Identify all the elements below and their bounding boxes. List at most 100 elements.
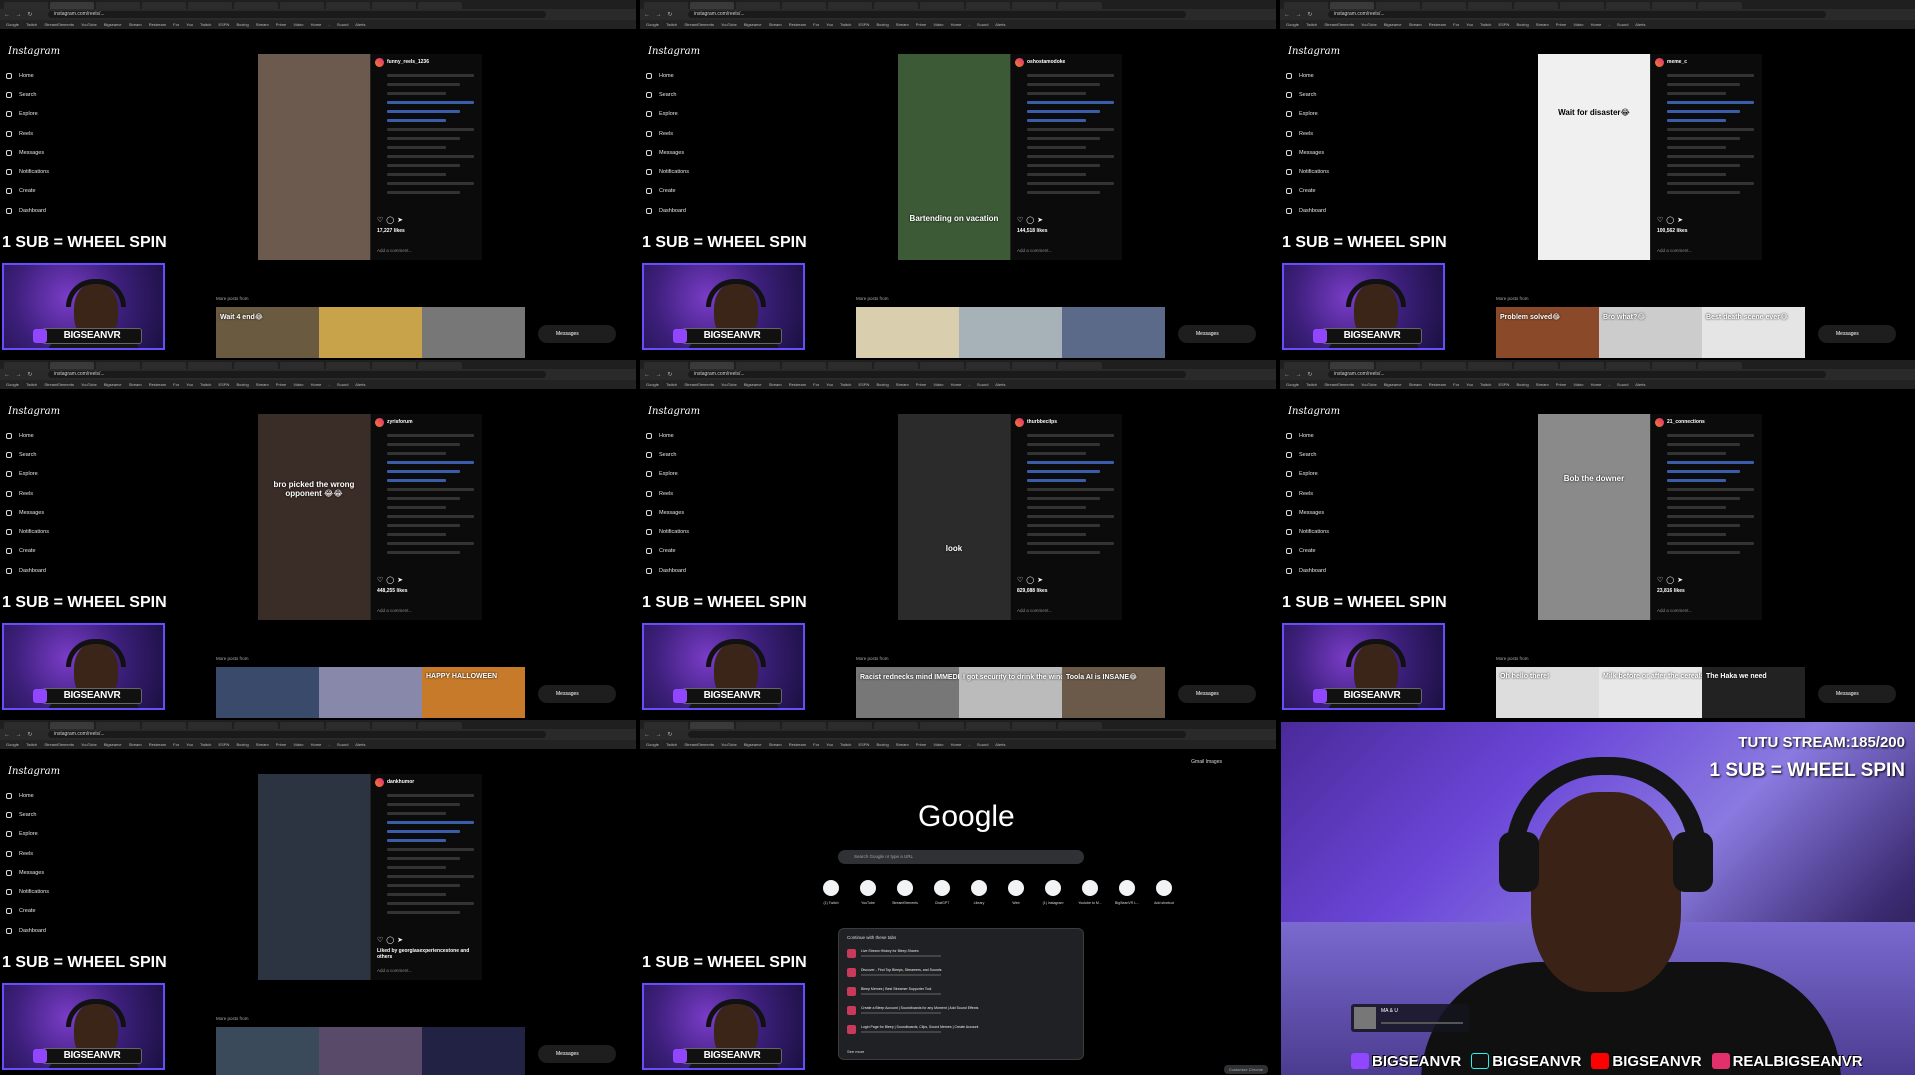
post-actions[interactable]: ♡◯➤ <box>1657 576 1686 584</box>
sidebar-item[interactable]: Home <box>1286 426 1329 445</box>
sidebar-item[interactable]: Explore <box>1286 465 1329 484</box>
sidebar-item[interactable]: Home <box>646 66 689 85</box>
browser-tab[interactable] <box>50 362 94 369</box>
post-actions[interactable]: ♡◯➤ <box>1657 216 1686 224</box>
sidebar-item[interactable]: Notifications <box>646 162 689 181</box>
browser-tab[interactable] <box>1468 362 1512 369</box>
post-username[interactable]: meme_c <box>1667 59 1687 65</box>
browser-tab[interactable] <box>920 2 964 9</box>
post-username[interactable]: zyrisforum <box>387 419 413 425</box>
more-post-thumbnail[interactable]: Wait 4 end😂 <box>216 307 319 358</box>
sidebar-item[interactable]: Notifications <box>6 162 49 181</box>
avatar[interactable] <box>375 58 384 67</box>
reel-media[interactable]: look <box>898 414 1010 620</box>
browser-tab[interactable] <box>1652 2 1696 9</box>
instagram-logo[interactable]: Instagram <box>648 406 700 417</box>
browser-tab[interactable] <box>1012 722 1056 729</box>
address-bar[interactable]: instagram.com/reels/... <box>688 371 1186 378</box>
messages-button[interactable]: Messages <box>1178 325 1256 343</box>
sidebar-item[interactable]: Search <box>646 445 689 464</box>
more-post-thumbnail[interactable] <box>319 307 422 358</box>
sidebar-item[interactable]: Explore <box>6 465 49 484</box>
more-post-thumbnail[interactable] <box>1062 307 1165 358</box>
browser-tab[interactable] <box>828 362 872 369</box>
reel-media[interactable]: Bob the downer <box>1538 414 1650 620</box>
more-post-thumbnail[interactable]: The Haka we need <box>1702 667 1805 718</box>
add-comment-input[interactable]: Add a comment... <box>1017 248 1052 253</box>
bookmarks-bar[interactable]: Google Twitch StreamElements YouTube Big… <box>1280 380 1915 389</box>
reel-media[interactable]: Wait for disaster😂 <box>1538 54 1650 260</box>
post-actions[interactable]: ♡◯➤ <box>377 216 406 224</box>
customize-chrome-button[interactable]: Customize Chrome <box>1223 1065 1268 1074</box>
browser-tab[interactable] <box>1606 2 1650 9</box>
messages-button[interactable]: Messages <box>538 325 616 343</box>
browser-tab[interactable] <box>736 722 780 729</box>
shortcut-tile[interactable]: StreamElements <box>890 880 920 905</box>
sidebar-item[interactable]: Create <box>6 542 49 561</box>
sidebar-item[interactable]: Search <box>646 85 689 104</box>
shortcut-tile[interactable]: YouTube <box>853 880 883 905</box>
address-bar[interactable]: instagram.com/reels/... <box>48 371 546 378</box>
bookmarks-bar[interactable]: Google Twitch StreamElements YouTube Big… <box>1280 20 1915 29</box>
browser-tab[interactable] <box>188 722 232 729</box>
browser-tab[interactable] <box>1058 362 1102 369</box>
sidebar-item[interactable]: Search <box>1286 85 1329 104</box>
address-bar[interactable]: instagram.com/reels/... <box>1328 371 1826 378</box>
nav-buttons[interactable]: ← → ↻ <box>1284 371 1314 378</box>
sidebar-item[interactable]: Reels <box>6 124 49 143</box>
sidebar-item[interactable]: Create <box>646 542 689 561</box>
sidebar-item[interactable]: Search <box>1286 445 1329 464</box>
browser-tab[interactable] <box>690 722 734 729</box>
bookmarks-bar[interactable]: Google Twitch StreamElements YouTube Big… <box>640 380 1276 389</box>
sidebar-item[interactable]: Reels <box>646 124 689 143</box>
sidebar-item[interactable]: Explore <box>1286 105 1329 124</box>
sidebar-item[interactable]: Create <box>646 182 689 201</box>
browser-tab[interactable] <box>142 2 186 9</box>
sidebar-item[interactable]: Dashboard <box>6 561 49 580</box>
sidebar-item[interactable]: Home <box>6 66 49 85</box>
sidebar-item[interactable]: Home <box>6 786 49 805</box>
sidebar-item[interactable]: Home <box>1286 66 1329 85</box>
nav-buttons[interactable]: ← → ↻ <box>644 731 674 738</box>
address-bar[interactable] <box>688 731 1186 738</box>
add-comment-input[interactable]: Add a comment... <box>1017 608 1052 613</box>
sidebar-item[interactable]: Messages <box>1286 143 1329 162</box>
browser-tab[interactable] <box>280 362 324 369</box>
shortcut-tile[interactable]: ChatGPT <box>927 880 957 905</box>
sidebar-item[interactable]: Dashboard <box>6 201 49 220</box>
sidebar-item[interactable]: Notifications <box>6 882 49 901</box>
browser-tab[interactable] <box>1330 362 1374 369</box>
browser-tab[interactable] <box>418 2 462 9</box>
add-comment-input[interactable]: Add a comment... <box>377 608 412 613</box>
sidebar-item[interactable]: Messages <box>1286 503 1329 522</box>
post-actions[interactable]: ♡◯➤ <box>1017 576 1046 584</box>
browser-tab[interactable] <box>234 362 278 369</box>
browser-tab[interactable] <box>874 2 918 9</box>
avatar[interactable] <box>375 418 384 427</box>
continue-tab-row[interactable]: Login Page for Bleep | Soundboards, Clip… <box>847 1023 1075 1037</box>
post-username[interactable]: thurbbecilps <box>1027 419 1057 425</box>
browser-tab[interactable] <box>1376 362 1420 369</box>
messages-button[interactable]: Messages <box>538 685 616 703</box>
bookmarks-bar[interactable]: Google Twitch StreamElements YouTube Big… <box>640 20 1276 29</box>
post-username[interactable]: dankhumor <box>387 779 414 785</box>
browser-tab[interactable] <box>782 722 826 729</box>
post-actions[interactable]: ♡◯➤ <box>1017 216 1046 224</box>
browser-tab[interactable] <box>4 362 48 369</box>
browser-tab[interactable] <box>1422 362 1466 369</box>
post-username[interactable]: funny_reels_1236 <box>387 59 429 65</box>
bookmarks-bar[interactable]: Google Twitch StreamElements YouTube Big… <box>0 740 636 749</box>
continue-tab-row[interactable]: Bleep Memes | Best Streamer Supporter To… <box>847 985 1075 999</box>
browser-tab[interactable] <box>1698 2 1742 9</box>
browser-tab[interactable] <box>966 2 1010 9</box>
more-post-thumbnail[interactable]: Oh hello there! <box>1496 667 1599 718</box>
browser-tab[interactable] <box>326 722 370 729</box>
nav-buttons[interactable]: ← → ↻ <box>4 371 34 378</box>
browser-tab[interactable] <box>418 722 462 729</box>
nav-buttons[interactable]: ← → ↻ <box>644 11 674 18</box>
more-post-thumbnail[interactable]: Racist rednecks mind IMMEDIATELY went to… <box>856 667 959 718</box>
browser-tab[interactable] <box>96 2 140 9</box>
sidebar-item[interactable]: Messages <box>6 863 49 882</box>
browser-tab[interactable] <box>782 362 826 369</box>
reel-media[interactable] <box>258 54 370 260</box>
